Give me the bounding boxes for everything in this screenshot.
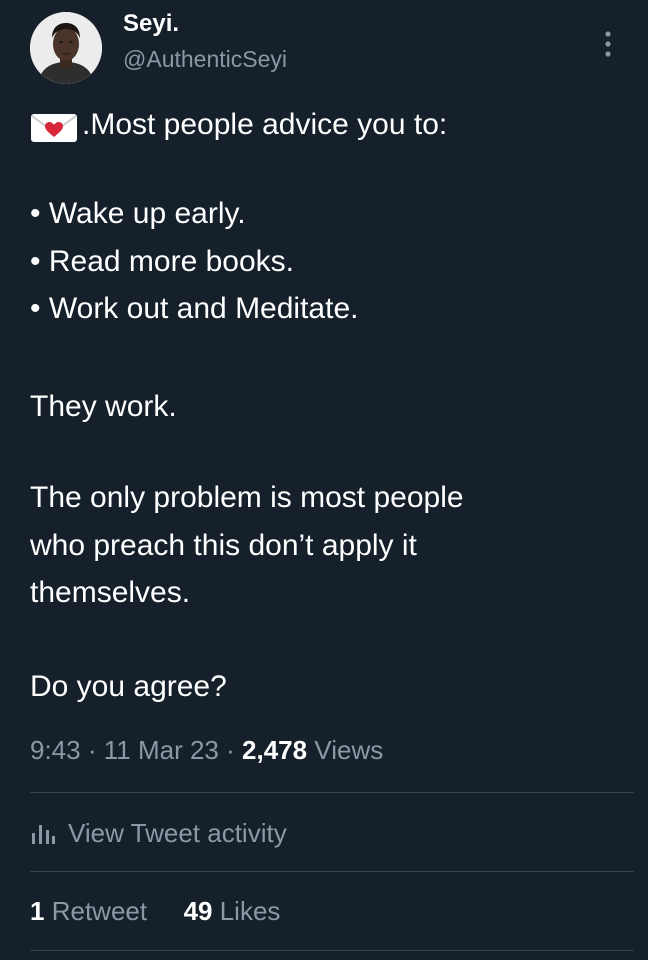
- tweet-meta: 9:43 · 11 Mar 23 · 2,478 Views: [30, 733, 383, 767]
- bullet-glyph: •: [30, 245, 41, 278]
- views-label: Views: [314, 735, 384, 765]
- tweet-date[interactable]: 11 Mar 23: [104, 735, 219, 765]
- retweets-stat[interactable]: 1 Retweet: [30, 896, 154, 926]
- tweet-paragraph: Do you agree?: [30, 670, 227, 703]
- tweet-paragraph-line: who preach this don’t apply it: [30, 529, 417, 562]
- likes-count: 49: [183, 896, 213, 926]
- bullet-text: Wake up early.: [48, 197, 246, 230]
- likes-stat[interactable]: 49 Likes: [184, 896, 281, 926]
- views-count: 2,478: [242, 735, 308, 765]
- bullet-glyph: •: [30, 197, 41, 230]
- divider: [30, 792, 634, 793]
- avatar[interactable]: [30, 12, 102, 84]
- view-tweet-activity-link[interactable]: View Tweet activity: [30, 813, 287, 853]
- bullet-text: Work out and Meditate.: [48, 292, 359, 325]
- tweet-paragraph: They work.: [30, 390, 177, 423]
- bullet-item: • Wake up early.: [30, 196, 246, 232]
- view-tweet-activity-label: View Tweet activity: [68, 817, 287, 848]
- meta-separator: ·: [87, 735, 97, 765]
- author-name[interactable]: Seyi.: [123, 10, 179, 38]
- retweets-label: Retweet: [51, 896, 148, 926]
- bullet-item: • Read more books.: [30, 244, 294, 280]
- author-handle[interactable]: @AuthenticSeyi: [123, 46, 287, 73]
- more-options-button[interactable]: [602, 26, 614, 62]
- bullet-glyph: •: [30, 292, 41, 325]
- avatar-image: [30, 12, 102, 84]
- tweet-detail-view: Seyi. @AuthenticSeyi .Most people advice…: [8, 0, 640, 952]
- bar-chart-icon: [32, 825, 55, 844]
- bullet-item: • Work out and Meditate.: [30, 291, 358, 327]
- likes-label: Likes: [219, 896, 281, 926]
- tweet-first-line: .Most people advice you to:: [82, 108, 448, 141]
- tweet-paragraph-line: themselves.: [30, 576, 191, 609]
- tweet-paragraph-line: The only problem is most people: [30, 481, 464, 514]
- more-vertical-icon: [605, 31, 611, 57]
- bullet-text: Read more books.: [48, 245, 294, 278]
- tweet-time[interactable]: 9:43: [30, 735, 81, 765]
- meta-separator: ·: [226, 735, 235, 765]
- love-letter-icon: [31, 114, 77, 142]
- retweets-count: 1: [30, 896, 45, 926]
- tweet-stats: 1 Retweet 49 Likes: [30, 893, 280, 929]
- divider: [30, 950, 634, 951]
- divider: [30, 871, 634, 872]
